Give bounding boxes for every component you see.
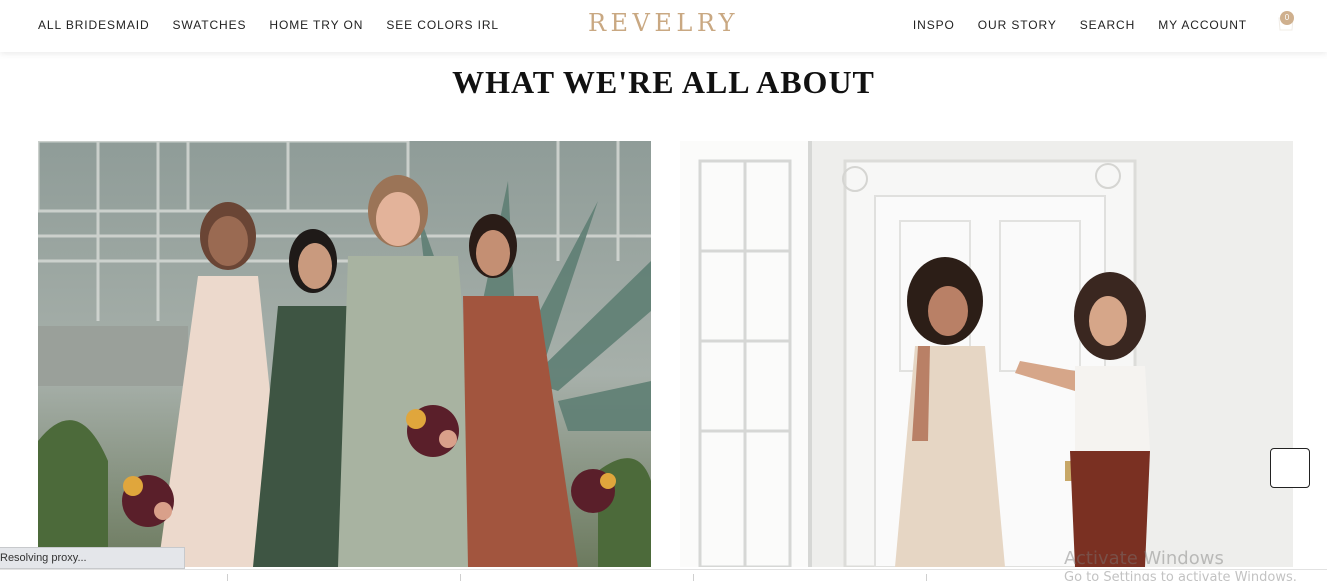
bridesmaids-photo[interactable] <box>38 141 651 567</box>
bridesmaids-illustration <box>38 141 651 567</box>
cart-button[interactable]: 0 <box>1273 7 1299 33</box>
watermark-title: Activate Windows <box>1064 548 1224 569</box>
divider-tick <box>227 574 228 581</box>
divider-tick <box>460 574 461 581</box>
divider-tick <box>693 574 694 581</box>
browser-status-bar: Resolving proxy... <box>0 547 185 569</box>
bride-illustration <box>680 141 1293 567</box>
bride-photo[interactable] <box>680 141 1293 567</box>
nav-search[interactable]: SEARCH <box>1080 18 1135 32</box>
nav-my-account[interactable]: MY ACCOUNT <box>1158 18 1247 32</box>
site-header: ALL BRIDESMAID SWATCHES HOME TRY ON SEE … <box>0 0 1327 52</box>
divider-tick <box>926 574 927 581</box>
nav-inspo[interactable]: INSPO <box>913 18 955 32</box>
section-title: WHAT WE'RE ALL ABOUT <box>452 64 875 100</box>
cart-count-badge: 0 <box>1280 11 1294 25</box>
nav-our-story[interactable]: OUR STORY <box>978 18 1057 32</box>
chat-button[interactable] <box>1270 448 1310 488</box>
watermark-subtitle: Go to Settings to activate Windows. <box>1064 570 1297 581</box>
secondary-nav: INSPO OUR STORY SEARCH MY ACCOUNT <box>913 0 1247 50</box>
activate-windows-watermark: Activate Windows Go to Settings to activ… <box>1064 548 1297 581</box>
